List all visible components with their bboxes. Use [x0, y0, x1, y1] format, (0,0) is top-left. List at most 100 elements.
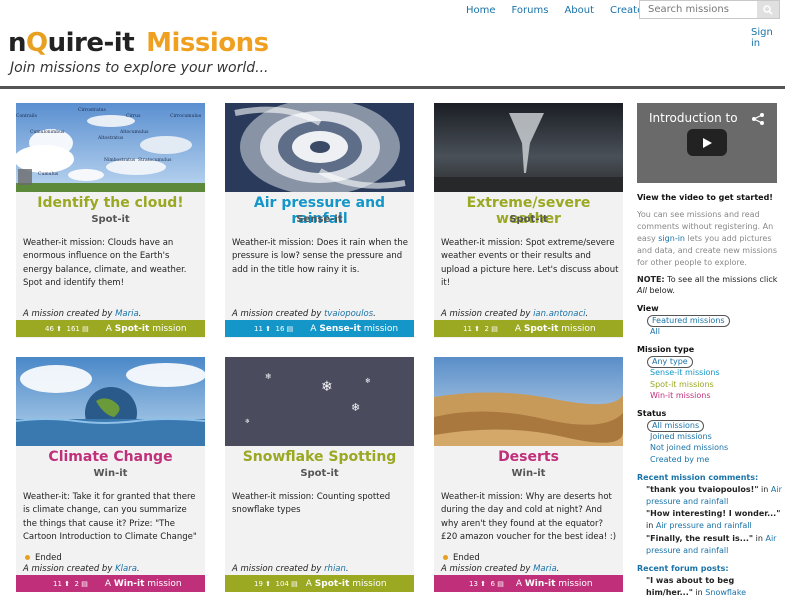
- comment-icon: ▤: [81, 579, 88, 588]
- filter-joined[interactable]: Joined missions: [650, 432, 712, 441]
- mission-description: Weather-it mission: Clouds have an enorm…: [23, 238, 187, 289]
- svg-text:❄: ❄: [245, 418, 250, 425]
- mission-creator: A mission created by Maria.: [23, 309, 142, 319]
- mission-counts: 13 ⬆ 6 ▤: [469, 580, 504, 588]
- mission-card[interactable]: Extreme/severe weather Spot-it Weather-i…: [434, 103, 623, 338]
- mission-title[interactable]: Climate Change: [16, 449, 205, 465]
- likes-count: 11: [53, 579, 62, 588]
- mission-title[interactable]: Snowflake Spotting: [225, 449, 414, 465]
- filter-spot-it[interactable]: Spot-it missions: [650, 380, 714, 389]
- mission-title[interactable]: Identify the cloud!: [16, 195, 205, 211]
- share-icon[interactable]: [751, 112, 765, 126]
- mission-card[interactable]: Cirrostratus Cirrus Cirrocumulus Contrails C…: [16, 103, 205, 338]
- recent-comment-item: "How interesting! I wonder..." in Air pr…: [646, 509, 781, 530]
- site-logo[interactable]: nQuire-it Missions: [8, 28, 269, 58]
- status-heading: Status: [637, 409, 667, 418]
- likes-count: 19: [254, 579, 263, 588]
- mission-description: Weather-it mission: Counting spotted sno…: [232, 492, 391, 516]
- note-text: NOTE: To see all the missions click All …: [637, 275, 778, 295]
- cloud-label: Stratocumulus: [138, 157, 172, 163]
- svg-text:❄: ❄: [351, 401, 360, 414]
- likes-count: 11: [254, 324, 263, 333]
- mission-card[interactable]: Climate Change Win-it Weather-it: Take i…: [16, 357, 205, 592]
- mission-image-tornado[interactable]: [434, 103, 623, 192]
- filter-all[interactable]: All: [650, 327, 660, 336]
- filter-created-by-me[interactable]: Created by me: [650, 455, 709, 464]
- filter-all-missions[interactable]: All missions: [647, 420, 705, 432]
- top-navigation: Home Forums About Create: [466, 4, 659, 17]
- upload-icon: ⬆: [265, 324, 272, 333]
- mission-card[interactable]: Air pressure and rainfall Sense-it Weath…: [225, 103, 414, 338]
- likes-count: 13: [469, 579, 478, 588]
- mission-kind-label: A Win-it mission: [104, 578, 182, 589]
- search-button[interactable]: [757, 1, 779, 18]
- filter-any-type[interactable]: Any type: [647, 356, 693, 368]
- ended-dot-icon: [443, 555, 448, 560]
- mission-counts: 19 ⬆ 104 ▤: [254, 580, 298, 588]
- creator-link[interactable]: tvaiopoulos: [324, 309, 373, 319]
- mission-stats-bar: 13 ⬆ 6 ▤ A Win-it mission: [434, 575, 623, 592]
- mission-image-cyclone[interactable]: [225, 103, 414, 192]
- mission-image-desert[interactable]: [434, 357, 623, 446]
- cloud-label: Cumulonimbus: [30, 129, 65, 135]
- cloud-label: Altostratus: [97, 135, 124, 141]
- mission-kind-label: A Spot-it mission: [514, 323, 596, 334]
- mission-title[interactable]: Deserts: [434, 449, 623, 465]
- mission-ended-status: Ended: [25, 553, 62, 563]
- filter-win-it[interactable]: Win-it missions: [650, 391, 711, 400]
- intro-video[interactable]: Introduction to: [637, 103, 777, 183]
- svg-text:❄: ❄: [321, 379, 333, 395]
- tagline: Join missions to explore your world...: [10, 60, 269, 76]
- comment-mission-link[interactable]: Air pressure and rainfall: [656, 521, 752, 530]
- recent-forum-heading: Recent forum posts:: [637, 564, 729, 573]
- mission-type: Win-it: [511, 468, 546, 479]
- mission-kind-label: A Spot-it mission: [105, 323, 187, 334]
- play-button[interactable]: [687, 129, 727, 156]
- search-icon: [763, 4, 773, 15]
- mission-type: Sense-it: [296, 214, 343, 225]
- filter-not-joined[interactable]: Not joined missions: [650, 443, 728, 452]
- nav-about-link[interactable]: About: [564, 4, 594, 17]
- mission-card[interactable]: Deserts Win-it Weather-it mission: Why a…: [434, 357, 623, 592]
- mission-image-clouds[interactable]: Cirrostratus Cirrus Cirrocumulus Contrails C…: [16, 103, 205, 192]
- mission-kind-label: A Win-it mission: [515, 578, 593, 589]
- mission-image-flooded-earth[interactable]: [16, 357, 205, 446]
- creator-link[interactable]: Maria: [115, 309, 139, 319]
- nav-forums-link[interactable]: Forums: [512, 4, 549, 17]
- search-box: [639, 0, 780, 19]
- search-input[interactable]: [640, 1, 758, 18]
- mission-ended-status: Ended: [443, 553, 480, 563]
- comment-icon: ▤: [291, 579, 298, 588]
- mission-counts: 11 ⬆ 2 ▤: [463, 325, 498, 333]
- creator-link[interactable]: Maria: [533, 564, 557, 574]
- mission-stats-bar: 11 ⬆ 2 ▤ A Win-it mission: [16, 575, 205, 592]
- header-divider: [0, 86, 785, 89]
- cloud-label: Altocumulus: [119, 129, 149, 135]
- creator-link[interactable]: ian.antonaci: [533, 309, 585, 319]
- upload-icon: ⬆: [56, 324, 63, 333]
- sign-in-link[interactable]: Sign in: [751, 27, 785, 49]
- mission-kind-label: A Spot-it mission: [305, 578, 387, 589]
- cloud-label: Contrails: [16, 113, 38, 119]
- nav-home-link[interactable]: Home: [466, 4, 496, 17]
- comment-icon: ▤: [286, 324, 294, 333]
- likes-count: 46: [45, 324, 54, 333]
- mission-type-heading: Mission type: [637, 345, 695, 354]
- filter-featured-missions[interactable]: Featured missions: [647, 315, 730, 327]
- creator-link[interactable]: Klara: [115, 564, 137, 574]
- filter-sense-it[interactable]: Sense-it missions: [650, 368, 720, 377]
- mission-grid: Cirrostratus Cirrus Cirrocumulus Contrails C…: [16, 103, 623, 597]
- creator-link[interactable]: rhian: [324, 564, 346, 574]
- sign-in-inline-link[interactable]: sign-in: [658, 234, 685, 243]
- comments-count: 6: [490, 579, 495, 588]
- mission-description: Weather-it mission: Spot extreme/severe …: [441, 238, 619, 289]
- mission-counts: 46 ⬆ 161 ▤: [45, 325, 89, 333]
- mission-creator: A mission created by tvaiopoulos.: [232, 309, 376, 319]
- play-icon: [703, 137, 712, 148]
- upload-icon: ⬆: [474, 324, 481, 333]
- comment-icon: ▤: [82, 324, 89, 333]
- view-heading: View: [637, 304, 659, 313]
- mission-image-snowflakes[interactable]: ❄ ❄ ❄ ❄ ❄: [225, 357, 414, 446]
- mission-card[interactable]: ❄ ❄ ❄ ❄ ❄ Snowflake Spotting Spot-it Wea…: [225, 357, 414, 592]
- recent-comments-heading: Recent mission comments:: [637, 473, 759, 482]
